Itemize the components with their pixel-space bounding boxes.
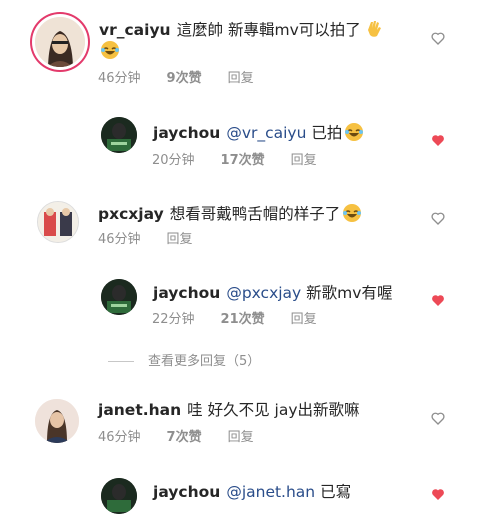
comment-text-line: jaychou @vr_caiyu 已拍 (153, 121, 364, 143)
timestamp: 20分钟 (152, 153, 195, 168)
like-count[interactable]: 21次赞 (221, 312, 265, 327)
timestamp: 22分钟 (152, 312, 195, 327)
reply-button[interactable]: 回复 (167, 232, 193, 247)
heart-outline-icon[interactable] (430, 30, 446, 46)
comment-text-line: jaychou @pxcxjay 新歌mv有喔 (153, 281, 392, 303)
comment-text-line: pxcxjay 想看哥戴鸭舌帽的样子了 (98, 202, 362, 224)
comment-text-line: jaychou @janet.han 已寫 (153, 480, 351, 502)
heart-filled-icon[interactable] (430, 132, 446, 148)
comment-text: 已寫 (320, 483, 352, 501)
avatar-image (101, 478, 137, 514)
laughing-emoji (101, 41, 119, 59)
avatar-image (35, 399, 79, 443)
divider (108, 361, 134, 362)
mention-link[interactable]: @janet.han (226, 483, 315, 501)
timestamp: 46分钟 (98, 71, 141, 86)
waving-hand-emoji (367, 21, 381, 37)
heart-filled-icon[interactable] (430, 486, 446, 502)
avatar[interactable] (101, 478, 137, 514)
username-link[interactable]: vr_caiyu (99, 21, 171, 39)
avatar-image (35, 17, 85, 67)
like-count[interactable]: 9次赞 (167, 71, 202, 86)
timestamp: 46分钟 (98, 430, 141, 445)
laughing-emoji (343, 204, 362, 222)
avatar[interactable] (35, 399, 79, 443)
comment-text: 新歌mv有喔 (306, 284, 393, 302)
avatar[interactable] (37, 201, 79, 243)
avatar-image (101, 279, 137, 315)
comment-text-line: vr_caiyu 這麼帥 新專輯mv可以拍了 (99, 18, 383, 40)
username-link[interactable]: janet.han (98, 401, 181, 419)
like-count[interactable]: 17次赞 (221, 153, 265, 168)
heart-outline-icon[interactable] (430, 210, 446, 226)
view-more-replies-button[interactable]: 查看更多回复（5） (108, 350, 260, 369)
avatar-image (101, 117, 137, 153)
heart-outline-icon[interactable] (430, 410, 446, 426)
reply-button[interactable]: 回复 (291, 312, 317, 327)
reply-button[interactable]: 回复 (228, 430, 254, 445)
username-link[interactable]: jaychou (153, 483, 220, 501)
timestamp: 46分钟 (98, 232, 141, 247)
username-link[interactable]: jaychou (153, 124, 220, 142)
comment-text: 這麼帥 新專輯mv可以拍了 (176, 21, 361, 39)
mention-link[interactable]: @vr_caiyu (226, 124, 306, 142)
view-more-label: 查看更多回复（5） (148, 354, 261, 369)
avatar[interactable] (101, 117, 137, 153)
reply-button[interactable]: 回复 (291, 153, 317, 168)
avatar-image (38, 202, 78, 242)
reply-button[interactable]: 回复 (228, 71, 254, 86)
comment-text: 已拍 (311, 124, 343, 142)
mention-link[interactable]: @pxcxjay (226, 284, 301, 302)
comment-text-line: janet.han 哇 好久不见 jay出新歌嘛 (98, 398, 360, 420)
comment-meta: 46分钟 9次赞 回复 (98, 67, 280, 86)
laughing-emoji (345, 123, 364, 141)
comment-text: 想看哥戴鸭舌帽的样子了 (169, 205, 341, 223)
username-link[interactable]: pxcxjay (98, 205, 164, 223)
comment-text: 哇 好久不见 jay出新歌嘛 (187, 401, 360, 419)
username-link[interactable]: jaychou (153, 284, 220, 302)
avatar[interactable] (35, 17, 85, 67)
like-count[interactable]: 7次赞 (167, 430, 202, 445)
comment-meta: 46分钟 7次赞 回复 (98, 426, 280, 445)
avatar[interactable] (101, 279, 137, 315)
heart-filled-icon[interactable] (430, 292, 446, 308)
comment-meta: 22分钟 21次赞 回复 (152, 308, 343, 327)
comment-meta: 20分钟 17次赞 回复 (152, 149, 343, 168)
comment-meta: 46分钟 回复 (98, 228, 219, 247)
